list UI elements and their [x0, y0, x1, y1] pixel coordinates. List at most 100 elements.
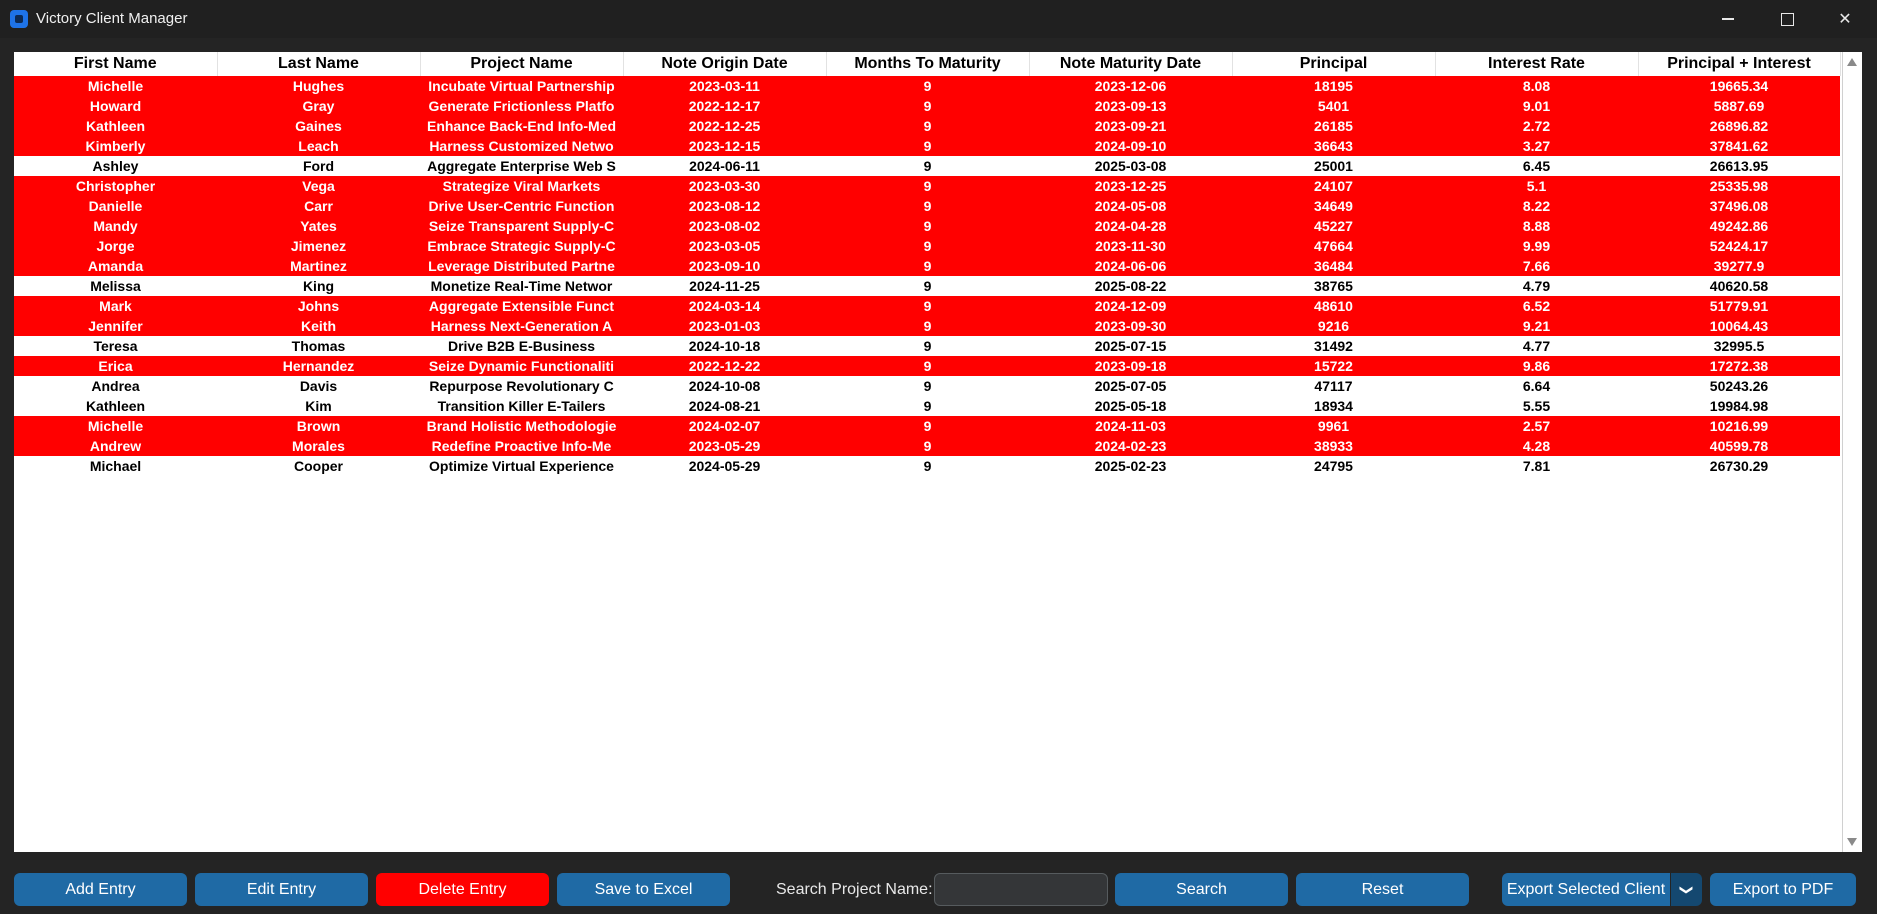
column-header[interactable]: Note Maturity Date — [1029, 52, 1233, 76]
column-header[interactable]: Project Name — [420, 52, 624, 76]
table-row[interactable]: Danielle Carr Drive User-Centric Function 2… — [14, 196, 1840, 216]
table-cell: 2025-07-05 — [1029, 376, 1232, 396]
table-row[interactable]: Erica Hernandez Seize Dynamic Functionalit… — [14, 356, 1840, 376]
table-cell: 9 — [826, 296, 1029, 316]
column-header[interactable]: Principal + Interest — [1638, 52, 1841, 76]
table-cell: 2023-05-29 — [623, 436, 826, 456]
export-to-pdf-button[interactable]: Export to PDF — [1710, 873, 1856, 906]
table-body: Michelle Hughes Incubate Virtual Partnersh… — [14, 76, 1840, 476]
table-cell: 6.45 — [1435, 156, 1638, 176]
table-cell: 52424.17 — [1638, 236, 1840, 256]
scroll-up-icon[interactable] — [1847, 58, 1857, 66]
column-header[interactable]: Months To Maturity — [826, 52, 1030, 76]
table-cell: Drive User-Centric Function — [420, 196, 623, 216]
column-header[interactable]: First Name — [14, 52, 218, 76]
export-selected-client-button[interactable]: Export Selected Client — [1502, 873, 1670, 906]
table-cell: 10216.99 — [1638, 416, 1840, 436]
search-button[interactable]: Search — [1115, 873, 1288, 906]
table-scrollbar[interactable] — [1842, 52, 1862, 852]
export-dropdown-button[interactable]: ❯ — [1671, 873, 1702, 906]
table-row[interactable]: Jennifer Keith Harness Next-Generation A 20… — [14, 316, 1840, 336]
table-cell: 7.66 — [1435, 256, 1638, 276]
table-cell: 26896.82 — [1638, 116, 1840, 136]
table-cell: Morales — [217, 436, 420, 456]
table-cell: 2024-06-11 — [623, 156, 826, 176]
table-cell: 2023-09-13 — [1029, 96, 1232, 116]
table-cell: 2024-04-28 — [1029, 216, 1232, 236]
table-row[interactable]: Kathleen Gaines Enhance Back-End Info-Med 2… — [14, 116, 1840, 136]
column-header[interactable]: Note Origin Date — [623, 52, 827, 76]
table-cell: 2025-07-15 — [1029, 336, 1232, 356]
table-cell: 9 — [826, 416, 1029, 436]
table-cell: Aggregate Extensible Funct — [420, 296, 623, 316]
export-client-combo[interactable]: Export Selected Client ❯ — [1502, 873, 1702, 906]
table-cell: 2025-08-22 — [1029, 276, 1232, 296]
add-entry-button[interactable]: Add Entry — [14, 873, 187, 906]
table-cell: Brand Holistic Methodologie — [420, 416, 623, 436]
table-cell: 2024-11-25 — [623, 276, 826, 296]
chevron-down-icon: ❯ — [1679, 884, 1695, 895]
column-header[interactable]: Principal — [1232, 52, 1436, 76]
search-label: Search Project Name: — [776, 881, 933, 898]
table-cell: 26730.29 — [1638, 456, 1840, 476]
table-cell: 9 — [826, 216, 1029, 236]
table-row[interactable]: Howard Gray Generate Frictionless Platfo 20… — [14, 96, 1840, 116]
edit-entry-button[interactable]: Edit Entry — [195, 873, 368, 906]
table-cell: 2022-12-22 — [623, 356, 826, 376]
table-cell: 9216 — [1232, 316, 1435, 336]
table-cell: Kimberly — [14, 136, 217, 156]
table-row[interactable]: Andrew Morales Redefine Proactive Info-Me 2… — [14, 436, 1840, 456]
minimize-button[interactable] — [1705, 0, 1751, 38]
delete-entry-button[interactable]: Delete Entry — [376, 873, 549, 906]
table-cell: 49242.86 — [1638, 216, 1840, 236]
table-row[interactable]: Mark Johns Aggregate Extensible Funct 2024-… — [14, 296, 1840, 316]
table-cell: 37841.62 — [1638, 136, 1840, 156]
save-to-excel-button[interactable]: Save to Excel — [557, 873, 730, 906]
title-bar: Victory Client Manager ✕ — [0, 0, 1877, 38]
table-cell: Leach — [217, 136, 420, 156]
table-row[interactable]: Teresa Thomas Drive B2B E-Business 2024-10-… — [14, 336, 1840, 356]
table-row[interactable]: Michelle Hughes Incubate Virtual Partnersh… — [14, 76, 1840, 96]
maximize-button[interactable] — [1764, 0, 1810, 38]
table-cell: 2023-12-06 — [1029, 76, 1232, 96]
table-row[interactable]: Michael Cooper Optimize Virtual Experience… — [14, 456, 1840, 476]
column-header[interactable]: Last Name — [217, 52, 421, 76]
table-row[interactable]: Amanda Martinez Leverage Distributed Partn… — [14, 256, 1840, 276]
table-cell: 9.99 — [1435, 236, 1638, 256]
table-cell: Generate Frictionless Platfo — [420, 96, 623, 116]
table-cell: 2023-03-11 — [623, 76, 826, 96]
table-cell: Repurpose Revolutionary C — [420, 376, 623, 396]
table-cell: 4.28 — [1435, 436, 1638, 456]
table-cell: 50243.26 — [1638, 376, 1840, 396]
table-cell: 51779.91 — [1638, 296, 1840, 316]
search-input[interactable] — [934, 873, 1108, 906]
table-cell: 2022-12-17 — [623, 96, 826, 116]
table-row[interactable]: Andrea Davis Repurpose Revolutionary C 2024… — [14, 376, 1840, 396]
table-cell: 7.81 — [1435, 456, 1638, 476]
table-cell: Mark — [14, 296, 217, 316]
table-row[interactable]: Kathleen Kim Transition Killer E-Tailers 20… — [14, 396, 1840, 416]
table-cell: 25335.98 — [1638, 176, 1840, 196]
reset-button[interactable]: Reset — [1296, 873, 1469, 906]
table-cell: Jorge — [14, 236, 217, 256]
table-cell: Keith — [217, 316, 420, 336]
table-cell: 3.27 — [1435, 136, 1638, 156]
table-row[interactable]: Kimberly Leach Harness Customized Netwo 202… — [14, 136, 1840, 156]
table-row[interactable]: Mandy Yates Seize Transparent Supply-C 2023… — [14, 216, 1840, 236]
table-row[interactable]: Michelle Brown Brand Holistic Methodologie… — [14, 416, 1840, 436]
table-row[interactable]: Melissa King Monetize Real-Time Networ 2024… — [14, 276, 1840, 296]
table-row[interactable]: Ashley Ford Aggregate Enterprise Web S 2024… — [14, 156, 1840, 176]
table-cell: 2023-09-30 — [1029, 316, 1232, 336]
column-header[interactable]: Interest Rate — [1435, 52, 1639, 76]
table-row[interactable]: Jorge Jimenez Embrace Strategic Supply-C 20… — [14, 236, 1840, 256]
table-cell: 9.21 — [1435, 316, 1638, 336]
table-cell: 2023-12-15 — [623, 136, 826, 156]
close-button[interactable]: ✕ — [1822, 0, 1868, 38]
scroll-down-icon[interactable] — [1847, 838, 1857, 846]
table-row[interactable]: Christopher Vega Strategize Viral Markets 2… — [14, 176, 1840, 196]
client-table: First Name Last Name Project Name Note Orig… — [14, 52, 1841, 476]
table-cell: 9 — [826, 176, 1029, 196]
table-cell: 2025-05-18 — [1029, 396, 1232, 416]
table-cell: Gray — [217, 96, 420, 116]
table-cell: 6.64 — [1435, 376, 1638, 396]
